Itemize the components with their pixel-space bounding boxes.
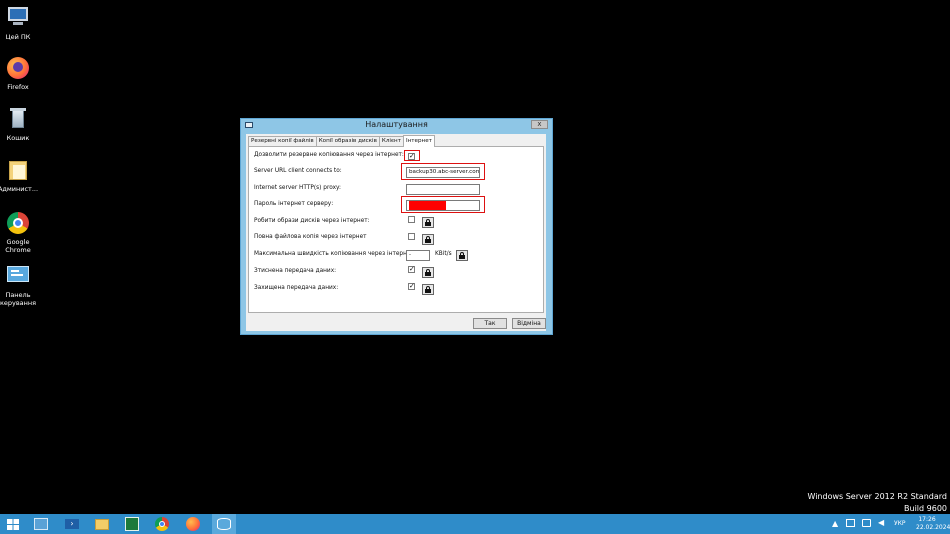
desktop-icon-recycle-bin[interactable]: Кошик bbox=[0, 106, 40, 142]
password-label: Пароль інтернет серверу: bbox=[254, 201, 334, 207]
dialog-title: Налаштування bbox=[365, 120, 428, 129]
start-button[interactable] bbox=[5, 516, 21, 532]
speed-unit-label: KBit/s bbox=[435, 251, 452, 257]
settings-dialog: Налаштування x Резервні копії файлів Коп… bbox=[240, 118, 553, 335]
file-explorer-button[interactable] bbox=[94, 516, 110, 532]
lock-full-file-backup-button[interactable] bbox=[422, 234, 434, 245]
action-center-icon[interactable] bbox=[846, 519, 855, 527]
close-button[interactable]: x bbox=[531, 120, 548, 129]
tab-file-backups[interactable]: Резервні копії файлів bbox=[248, 136, 317, 146]
server-manager-button[interactable] bbox=[33, 516, 49, 532]
desktop-icon-label: Firefox bbox=[7, 83, 29, 91]
taskbar: › ▲ ◀ УКР 17:26 22.02.2024 bbox=[0, 514, 950, 534]
checkmark-icon: ✓ bbox=[409, 265, 415, 273]
desktop-icon-admin-folder[interactable]: Админист... bbox=[0, 157, 40, 193]
image-backup-label: Робити образи дисків через інтернет: bbox=[254, 218, 370, 224]
volume-icon[interactable]: ◀ bbox=[878, 518, 884, 527]
proxy-label: Internet server HTTP(s) proxy: bbox=[254, 185, 341, 191]
desktop-icon-chrome[interactable]: Google Chrome bbox=[0, 210, 40, 254]
tab-image-backups[interactable]: Копії образів дисків bbox=[315, 136, 380, 146]
cancel-button[interactable]: Відміна bbox=[512, 318, 546, 329]
database-app-button[interactable] bbox=[212, 514, 236, 534]
full-file-backup-checkbox[interactable] bbox=[408, 233, 415, 240]
excel-icon bbox=[125, 517, 139, 531]
server-url-label: Server URL client connects to: bbox=[254, 168, 342, 174]
lock-max-speed-button[interactable] bbox=[456, 250, 468, 261]
computer-icon bbox=[5, 5, 31, 31]
desktop-icon-label: Кошик bbox=[6, 134, 30, 142]
dialog-titlebar[interactable]: Налаштування x bbox=[241, 119, 552, 132]
firefox-icon bbox=[186, 517, 200, 531]
chrome-taskbar-button[interactable] bbox=[154, 516, 170, 532]
allow-backup-label: Дозволити резервне копіювання через інте… bbox=[254, 152, 404, 158]
server-manager-icon bbox=[34, 518, 48, 530]
database-app-icon bbox=[217, 518, 231, 530]
internet-settings-panel: Дозволити резервне копіювання через інте… bbox=[248, 146, 544, 313]
powershell-button[interactable]: › bbox=[64, 516, 80, 532]
desktop-icon-label: Панель керування bbox=[0, 291, 37, 307]
lock-encrypted-button[interactable] bbox=[422, 284, 434, 295]
folder-icon bbox=[5, 157, 31, 183]
desktop-icon-label: Google Chrome bbox=[5, 238, 31, 254]
highlight-server-url bbox=[401, 163, 485, 180]
tab-client[interactable]: Клієнт bbox=[378, 136, 404, 146]
encrypted-checkbox[interactable]: ✓ bbox=[408, 283, 415, 290]
highlight-allow-backup bbox=[404, 150, 420, 161]
clock[interactable]: 17:26 22.02.2024 bbox=[916, 516, 950, 532]
full-file-backup-label: Повна файлова копія через інтернет bbox=[254, 234, 367, 240]
encrypted-label: Захищена передача даних: bbox=[254, 285, 339, 291]
language-indicator[interactable]: УКР bbox=[894, 520, 906, 527]
os-watermark: Windows Server 2012 R2 Standard Build 96… bbox=[807, 491, 947, 515]
powershell-icon: › bbox=[65, 519, 79, 529]
firefox-taskbar-button[interactable] bbox=[185, 516, 201, 532]
chrome-icon bbox=[5, 210, 31, 236]
watermark-edition: Windows Server 2012 R2 Standard bbox=[807, 492, 947, 501]
max-speed-field[interactable]: - bbox=[406, 250, 430, 261]
proxy-field[interactable] bbox=[406, 184, 480, 195]
image-backup-checkbox[interactable] bbox=[408, 216, 415, 223]
firefox-icon bbox=[5, 55, 31, 81]
desktop-icon-label: Цей ПК bbox=[5, 33, 31, 41]
lock-image-backup-button[interactable] bbox=[422, 217, 434, 228]
ok-button[interactable]: Так bbox=[473, 318, 507, 329]
max-speed-label: Максимальна швидкість копіювання через і… bbox=[254, 251, 416, 257]
tab-internet[interactable]: Інтернет bbox=[402, 135, 435, 147]
desktop-icon-this-pc[interactable]: Цей ПК bbox=[0, 5, 40, 41]
checkmark-icon: ✓ bbox=[409, 282, 415, 290]
control-panel-icon bbox=[5, 263, 31, 289]
dialog-client-area: Резервні копії файлів Копії образів диск… bbox=[246, 134, 546, 331]
file-explorer-icon bbox=[95, 519, 109, 530]
clock-time: 17:26 bbox=[918, 516, 936, 523]
excel-button[interactable] bbox=[124, 516, 140, 532]
desktop-icon-firefox[interactable]: Firefox bbox=[0, 55, 40, 91]
desktop-icon-control-panel[interactable]: Панель керування bbox=[0, 263, 40, 307]
desktop-icon-label: Админист... bbox=[0, 185, 39, 193]
highlight-password bbox=[401, 196, 485, 213]
compressed-label: Зтиснена передача даних: bbox=[254, 268, 337, 274]
compressed-checkbox[interactable]: ✓ bbox=[408, 266, 415, 273]
clock-date: 22.02.2024 bbox=[916, 524, 950, 531]
network-icon[interactable] bbox=[862, 519, 871, 527]
recycle-bin-icon bbox=[5, 106, 31, 132]
tray-arrow-icon[interactable]: ▲ bbox=[832, 519, 838, 528]
lock-compressed-button[interactable] bbox=[422, 267, 434, 278]
